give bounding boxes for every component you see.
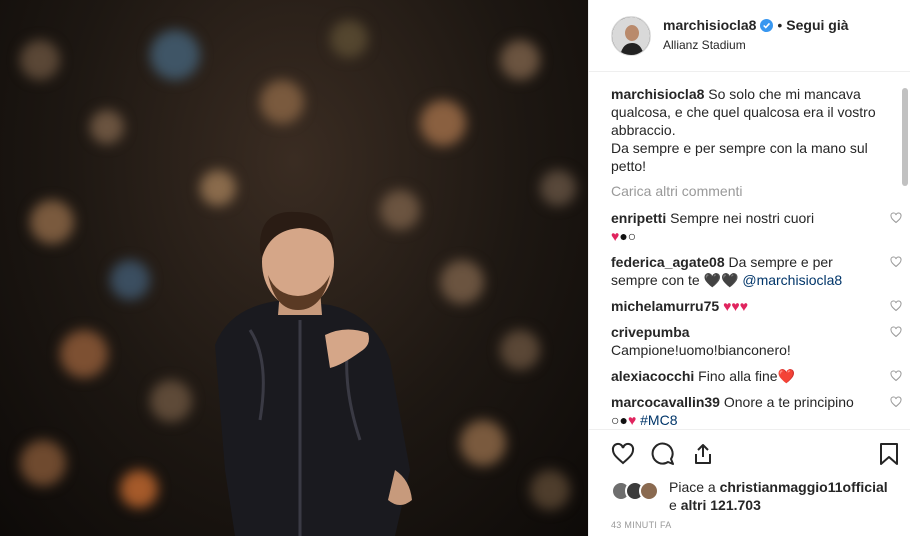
separator-dot: • — [777, 17, 783, 33]
likes-prefix: Piace a — [669, 479, 720, 495]
post-photo[interactable] — [0, 0, 588, 536]
bookmark-icon[interactable] — [878, 442, 900, 466]
share-icon[interactable] — [691, 442, 715, 466]
instagram-post: marchisiocla8 • Segui già Allianz Stadiu… — [0, 0, 910, 536]
verified-icon — [760, 19, 774, 32]
heart-icon[interactable] — [890, 256, 902, 268]
hashtag-link[interactable]: #MC8 — [640, 412, 677, 428]
comment-username[interactable]: marcocavallin39 — [611, 394, 720, 410]
follow-button[interactable]: Segui già — [786, 17, 848, 34]
list-item: crivepumba Campione!uomo!bianconero! — [611, 323, 902, 359]
caption-text-2: Da sempre e per sempre con la mano sul p… — [611, 140, 868, 174]
post-timestamp[interactable]: 43 MINUTI FA — [611, 520, 894, 530]
list-item: marcocavallin39 Onore a te principino ○●… — [611, 393, 902, 429]
comment-username[interactable]: crivepumba — [611, 324, 690, 340]
mention-link[interactable]: @marchisiocla8 — [742, 272, 842, 288]
heart-icon[interactable] — [890, 212, 902, 224]
heart-icon[interactable] — [890, 300, 902, 312]
comment-username[interactable]: enripetti — [611, 210, 666, 226]
caption-username[interactable]: marchisiocla8 — [611, 86, 704, 102]
likes-summary: Piace a christianmaggio11official e altr… — [611, 478, 894, 514]
post-username[interactable]: marchisiocla8 — [663, 17, 756, 34]
comment-username[interactable]: michelamurru75 — [611, 298, 719, 314]
player-illustration — [215, 211, 412, 536]
comment-text: Fino alla fine❤️ — [698, 368, 795, 384]
comment-username[interactable]: federica_agate08 — [611, 254, 725, 270]
heart-icon[interactable] — [890, 326, 902, 338]
comment-emoji: ♥●○ — [611, 228, 637, 244]
post-side-panel: marchisiocla8 • Segui già Allianz Stadiu… — [588, 0, 910, 536]
caption: marchisiocla8 So solo che mi mancava qua… — [611, 85, 876, 175]
liker-avatars — [611, 481, 659, 501]
load-more-comments[interactable]: Carica altri commenti — [611, 183, 876, 199]
comment-text: Onore a te principino — [723, 394, 854, 410]
comment-emoji: ○●♥ — [611, 412, 637, 428]
comment-text: Campione!uomo!bianconero! — [611, 342, 791, 358]
likes-suffix: e — [669, 497, 681, 513]
scrollbar[interactable] — [902, 88, 908, 186]
likes-count[interactable]: altri 121.703 — [681, 497, 761, 513]
avatar[interactable] — [611, 15, 651, 56]
post-actions: Piace a christianmaggio11official e altr… — [589, 429, 910, 530]
post-header: marchisiocla8 • Segui già Allianz Stadiu… — [589, 0, 910, 72]
list-item: enripetti Sempre nei nostri cuori ♥●○ — [611, 209, 902, 245]
comment-icon[interactable] — [651, 442, 675, 466]
heart-icon[interactable] — [890, 370, 902, 382]
comment-emoji: ♥♥♥ — [723, 298, 748, 314]
comments-list[interactable]: marchisiocla8 So solo che mi mancava qua… — [589, 73, 910, 429]
liker-username[interactable]: christianmaggio11official — [720, 479, 888, 495]
list-item: federica_agate08 Da sempre e per sempre … — [611, 253, 902, 289]
list-item: alexiacocchi Fino alla fine❤️ — [611, 367, 902, 385]
heart-icon[interactable] — [890, 396, 902, 408]
heart-icon[interactable] — [611, 442, 635, 466]
avatar[interactable] — [639, 481, 659, 501]
comment-text: Sempre nei nostri cuori — [670, 210, 815, 226]
list-item: michelamurru75 ♥♥♥ — [611, 297, 902, 315]
location-link[interactable]: Allianz Stadium — [663, 37, 849, 54]
comment-username[interactable]: alexiacocchi — [611, 368, 694, 384]
